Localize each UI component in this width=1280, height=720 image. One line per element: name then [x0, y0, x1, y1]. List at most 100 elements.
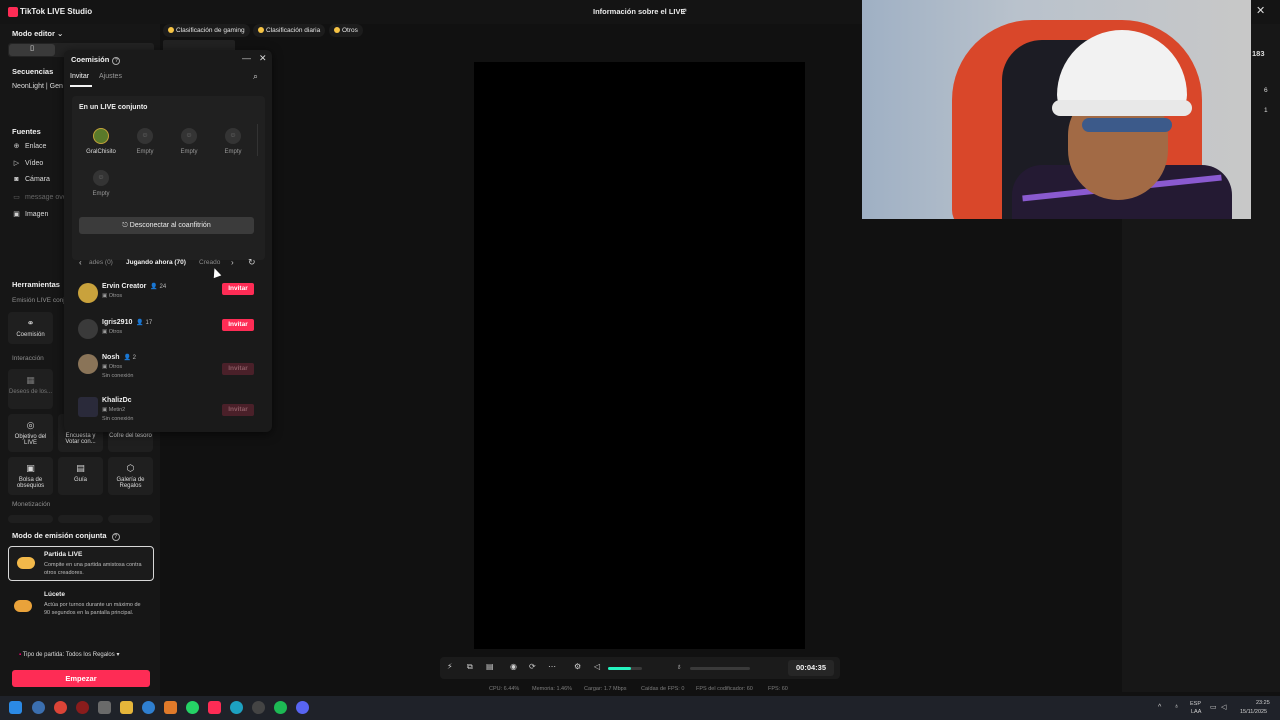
- more-icon[interactable]: ⋯: [548, 662, 556, 671]
- language-indicator[interactable]: ESP: [1190, 701, 1201, 707]
- match-type-dropdown[interactable]: ▪ Tipo de partida: Todos los Regalos ▾: [19, 651, 119, 658]
- record-icon[interactable]: ◉: [510, 662, 517, 671]
- slot-empty[interactable]: ☺ Empty: [83, 170, 119, 197]
- live-preview-canvas[interactable]: [474, 62, 805, 649]
- app-icon[interactable]: [252, 701, 265, 714]
- app-icon[interactable]: [230, 701, 243, 714]
- user-placeholder-icon: ☺: [93, 170, 109, 186]
- close-window-icon[interactable]: ✕: [1256, 4, 1265, 17]
- app-icon[interactable]: [98, 701, 111, 714]
- gift-gallery-tool[interactable]: ⬡ Galería de Regalos: [108, 457, 153, 495]
- close-icon[interactable]: ✕: [259, 53, 267, 64]
- tiktok-logo-icon: [8, 7, 18, 17]
- magic-wand-icon[interactable]: ⚡: [447, 662, 453, 671]
- discord-icon[interactable]: [296, 701, 309, 714]
- minimize-icon[interactable]: —: [242, 53, 251, 63]
- gift-bag-tool[interactable]: ▣ Bolsa de obsequios: [8, 457, 53, 495]
- bag-icon: ▣: [26, 463, 35, 473]
- invite-button[interactable]: Invitar: [222, 319, 254, 331]
- windows-start-icon[interactable]: [9, 701, 22, 714]
- source-camera[interactable]: ◙ Cámara: [12, 176, 50, 183]
- app-icon[interactable]: [76, 701, 89, 714]
- sequence-item[interactable]: NeonLight | Gen: [12, 83, 63, 90]
- chip-daily-ranking[interactable]: Clasificación diaria: [253, 24, 326, 37]
- chip-others[interactable]: Otros: [329, 24, 363, 37]
- slot-empty[interactable]: ☺ Empty: [215, 128, 251, 155]
- tray-mic-icon[interactable]: ♁: [1174, 703, 1179, 710]
- monetization-tool-3[interactable]: [108, 515, 153, 523]
- cohost-tool[interactable]: ⚭ Coemisión: [8, 312, 53, 344]
- tray-chevron-icon[interactable]: ^: [1158, 704, 1161, 711]
- monetization-tool-2[interactable]: [58, 515, 103, 523]
- invite-button[interactable]: Invitar: [222, 363, 254, 375]
- search-icon[interactable]: ⌕: [253, 71, 258, 82]
- lucete-desc: Actúa por turnos durante un máximo de 90…: [44, 602, 141, 616]
- share-icon[interactable]: ⇗: [680, 6, 688, 17]
- panel-title: Coemisión?: [71, 55, 121, 65]
- spotify-icon[interactable]: [274, 701, 287, 714]
- list-item: KhalizDc ▣ Metin2 Sin conexión Invitar: [78, 397, 258, 431]
- start-button[interactable]: Empezar: [12, 670, 150, 687]
- mic-slider[interactable]: [690, 667, 750, 670]
- speaker-icon[interactable]: ◁: [594, 662, 600, 671]
- app-icon[interactable]: [164, 701, 177, 714]
- refresh-icon[interactable]: ↻: [248, 257, 256, 268]
- category-tab[interactable]: Creado: [199, 259, 220, 266]
- source-link[interactable]: ⊕ Enlace: [12, 142, 47, 150]
- volume-icon[interactable]: ◁: [1221, 703, 1226, 711]
- layout-icon[interactable]: ▤: [486, 662, 494, 671]
- chip-gaming-ranking[interactable]: Clasificación de gaming: [163, 24, 250, 37]
- monetization-tool[interactable]: [8, 515, 53, 523]
- partida-live-card[interactable]: Partida LIVE Compite en una partida amis…: [8, 546, 154, 581]
- chevron-right-icon[interactable]: ›: [231, 258, 234, 267]
- live-info-link[interactable]: Información sobre el LIVE: [593, 7, 686, 16]
- replay-icon[interactable]: ⟳: [529, 662, 536, 671]
- stat-cpu: CPU: 6.44%: [489, 686, 520, 692]
- viewer-count: 👤 2: [123, 355, 136, 361]
- cap-visor: [1052, 100, 1192, 116]
- volume-level: [608, 667, 631, 670]
- chrome-icon[interactable]: [54, 701, 67, 714]
- live-goal-tool[interactable]: ◎ Objetivo del LIVE: [8, 414, 53, 452]
- lucete-title[interactable]: Lúcete: [44, 591, 65, 598]
- tab-settings[interactable]: Ajustes: [99, 73, 122, 80]
- sources-title: Fuentes: [12, 127, 41, 136]
- chevron-left-icon[interactable]: ‹: [79, 258, 82, 267]
- trophy-emoji-icon: [17, 557, 35, 569]
- category-tab[interactable]: ades (0): [89, 259, 113, 266]
- settings-sliders-icon[interactable]: ⚙: [574, 662, 581, 671]
- viewer-count: 183: [1252, 49, 1265, 58]
- whatsapp-icon[interactable]: [186, 701, 199, 714]
- link-rings-icon: ⚭: [26, 318, 35, 328]
- source-image[interactable]: ▣ Imagen: [12, 210, 48, 218]
- stat-encoder-fps: FPS del codificador: 60: [696, 686, 753, 692]
- folder-icon[interactable]: [120, 701, 133, 714]
- vertical-mode-tab[interactable]: ▯: [9, 44, 55, 56]
- invite-button[interactable]: Invitar: [222, 404, 254, 416]
- layers-icon[interactable]: ⧉: [467, 662, 473, 672]
- wishes-tool[interactable]: ▦ Deseos de los...: [8, 369, 53, 409]
- category-tab-playing[interactable]: Jugando ahora (70): [126, 259, 186, 266]
- slot-host[interactable]: GralChisito: [83, 128, 119, 155]
- creator-name: Igris2910 👤 17: [102, 319, 153, 326]
- slot-empty[interactable]: ☺ Empty: [171, 128, 207, 155]
- microphone-icon[interactable]: ♁: [676, 662, 682, 671]
- invite-button[interactable]: Invitar: [222, 283, 254, 295]
- source-message[interactable]: ▭ message ove: [12, 193, 66, 201]
- tab-invite[interactable]: Invitar: [70, 73, 89, 80]
- help-icon[interactable]: ?: [111, 533, 120, 541]
- clock-time[interactable]: 23:25: [1256, 700, 1270, 706]
- disconnect-cohost-button[interactable]: ⎋ Desconectar al coanfitrión: [79, 217, 254, 234]
- message-icon: ▭: [13, 194, 20, 201]
- tiktok-studio-icon[interactable]: [208, 701, 221, 714]
- editor-mode-dropdown[interactable]: Modo editor ⌄: [12, 29, 63, 38]
- user-placeholder-icon: ☺: [181, 128, 197, 144]
- slot-empty[interactable]: ☺ Empty: [127, 128, 163, 155]
- emission-label: Emisión LIVE conj: [12, 297, 65, 304]
- app-icon[interactable]: [32, 701, 45, 714]
- network-icon[interactable]: ▭: [1210, 703, 1217, 711]
- source-video[interactable]: ▷ Vídeo: [12, 159, 44, 167]
- guide-tool[interactable]: ▤ Guía: [58, 457, 103, 495]
- help-icon[interactable]: ?: [112, 57, 121, 65]
- edge-icon[interactable]: [142, 701, 155, 714]
